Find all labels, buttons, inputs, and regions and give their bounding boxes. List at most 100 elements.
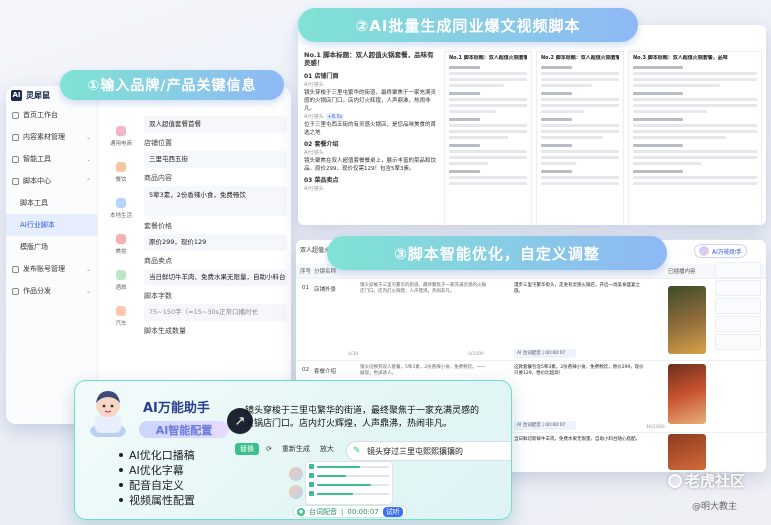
watermark: 老虎社区 — [668, 470, 745, 491]
price-input[interactable]: 原价299，现价129 — [144, 234, 287, 251]
feature-label: AI优化字幕 — [129, 464, 184, 477]
sidebar-item-distribution[interactable]: 作品分发 ⌄ — [6, 280, 97, 302]
dub-preview[interactable]: ● 台词配音 | 00:00:07 试听 — [293, 505, 407, 518]
script-title: No.1 脚本标题：双人超值火锅套餐，品味有灵感！ — [304, 51, 434, 67]
input-window: AI 灵犀鼠 首页工作台 内容素材管理 ⌄ 智能工具 ⌄ 脚本中心 ⌃ 脚本工具 AI… — [6, 86, 291, 424]
sidebar-item-label: 脚本中心 — [23, 177, 51, 185]
original-text[interactable]: 镜头穿梭于三里屯繁华的街道，最终聚焦于一家充满灵感的火锅店门口。店内灯火辉煌，人… — [360, 283, 490, 295]
feature-label: 配音自定义 — [129, 479, 184, 492]
check-icon — [309, 473, 314, 478]
tool-label: 通用电商 — [109, 141, 132, 147]
home-icon — [12, 111, 19, 119]
assistant-chip-label: AI万能助手 — [712, 248, 742, 256]
setting-row[interactable] — [306, 489, 392, 498]
sidebar-item-label: 首页工作台 — [23, 111, 58, 119]
words-input[interactable]: 75~150字（≈15~30s正常口播时长 — [144, 304, 287, 321]
restaurant-thumbnail[interactable] — [668, 286, 706, 354]
product-form: 双人超值套餐首餐 店铺位置 三里屯西五街 商品内容 5荤3素，2份香辣小食，免费… — [144, 116, 287, 339]
chevron-down-icon: ⌄ — [85, 265, 91, 273]
duration-tag: +8.5s — [325, 113, 345, 121]
sidebar-item-accounts[interactable]: 发布账号管理 ⌄ — [6, 258, 97, 280]
hotpot-thumbnail[interactable] — [668, 364, 706, 424]
meat-thumbnail[interactable] — [668, 434, 706, 470]
rewrite-input[interactable]: ✎ 镜头穿过三里屯熙熙攘攘的 ↗ — [346, 441, 511, 461]
feature-item: 配音自定义 — [119, 477, 184, 493]
feature-item: AI优化口播稿 — [119, 447, 195, 463]
tool-auto[interactable]: 汽车 — [102, 306, 140, 342]
shot-name: 店铺外景 — [314, 287, 337, 293]
script-card[interactable]: No.2 脚本标题：双人超值火锅套餐，品味 — [536, 51, 624, 225]
section-sub: AI分镜头 — [304, 150, 324, 156]
script-card-title: No.1 脚本标题：双人超值火锅套餐，品味 — [449, 55, 527, 61]
brand-input[interactable]: 双人超值套餐首餐 — [144, 116, 287, 133]
sidebar-item-home[interactable]: 首页工作台 — [6, 104, 97, 126]
sidebar-item-templates[interactable]: 模版广场 — [6, 236, 97, 258]
setting-row[interactable] — [306, 471, 392, 480]
dub-chip[interactable]: AI 台词配音 | 00:00:07 — [514, 349, 576, 358]
col-header: 分镜名称 — [314, 269, 337, 275]
tool-travel[interactable]: 酒旅 — [102, 270, 140, 306]
sidebar-item-script-tools[interactable]: 脚本工具 — [6, 192, 97, 214]
section-sub: AI分镜头 — [304, 82, 324, 88]
selling-input[interactable]: 当日鲜切牛羊肉、免费水果无限量，自助小料台 — [144, 269, 287, 286]
tiger-logo-icon — [668, 473, 682, 488]
tool-local-life[interactable]: 本地生活 — [102, 198, 140, 234]
optimized-text[interactable]: 这款套餐包含5荤3素，2份香辣小食，免费畅饮，原价299，现价只要129，性价比… — [514, 365, 644, 377]
sidebar-item-ai-industry-script[interactable]: AI行业脚本 — [6, 214, 97, 236]
sidebar-item-assets[interactable]: 内容素材管理 ⌄ — [6, 126, 97, 148]
original-text[interactable]: 镜头切换到双人套餐，5荤3素，2份香辣小食，免费畅饮。一一展现，色泽诱人。 — [360, 365, 490, 377]
sidebar-item-label: 作品分发 — [23, 287, 51, 295]
sidebar-item-script-center[interactable]: 脚本中心 ⌃ — [6, 170, 97, 192]
dub-time: 00:00:07 — [347, 507, 379, 516]
sidebar-item-tools[interactable]: 智能工具 ⌄ — [6, 148, 97, 170]
tool-beauty[interactable]: 美妆 — [102, 234, 140, 270]
optimized-text[interactable]: 当日鲜切新鲜牛羊肉，免费水果无限量，自助小料台随心搭配。 — [514, 437, 644, 443]
inserted-item[interactable] — [715, 316, 761, 332]
tool-catering[interactable]: 餐饮 — [102, 162, 140, 198]
script-card-title: No.2 脚本标题：双人超值火锅套餐，品味 — [541, 55, 619, 61]
store-input[interactable]: 三里屯西五街 — [144, 151, 287, 168]
assistant-chip[interactable]: AI万能助手 — [694, 244, 747, 258]
optimized-text[interactable]: 漫步三里屯繁华街头，走进有灵感火锅店，开启一场美食盛宴之旅。 — [514, 283, 644, 295]
char-count: 46/1000 — [646, 425, 665, 430]
script-detail: No.1 脚本标题：双人超值火锅套餐，品味有灵感！ 01 店铺门面 AI分镜头 … — [304, 51, 440, 221]
regenerate-button[interactable]: 重新生成 — [279, 443, 313, 455]
pen-icon: ✎ — [353, 446, 361, 456]
listen-button[interactable]: 试听 — [382, 506, 403, 517]
voice-avatar-icon[interactable] — [289, 467, 303, 481]
replace-button[interactable]: 替换 — [235, 443, 259, 455]
sidebar-item-label: 智能工具 — [23, 155, 51, 163]
col-header: 序号 — [300, 269, 312, 275]
dub-chip[interactable]: AI 台词配音 | 00:00:07 — [514, 421, 576, 430]
voice-avatar-icon[interactable] — [289, 485, 303, 499]
tool-ecommerce[interactable]: 通用电商 — [102, 126, 140, 162]
sidebar-item-label: 脚本工具 — [20, 199, 48, 207]
local-life-icon — [116, 198, 126, 208]
inserted-item[interactable] — [715, 280, 761, 296]
chevron-up-icon: ⌃ — [85, 177, 91, 185]
script-card[interactable]: No.3 脚本标题：双人超值火锅套餐，品味 — [628, 51, 762, 225]
script-card[interactable]: No.1 脚本标题：双人超值火锅套餐，品味 — [444, 51, 532, 225]
content-input[interactable]: 5荤3素，2份香辣小食，免费畅饮 — [144, 186, 287, 216]
script-icon — [12, 177, 19, 185]
row-number: 02 — [302, 367, 309, 373]
tool-label: 美妆 — [115, 249, 127, 255]
watermark-text: 老虎社区 — [685, 472, 746, 490]
setting-row[interactable] — [306, 462, 392, 471]
bullet-icon — [119, 498, 123, 502]
inserted-item[interactable] — [715, 298, 761, 314]
inserted-item[interactable] — [715, 334, 761, 350]
store-label: 店铺位置 — [144, 139, 172, 147]
inserted-list — [712, 260, 764, 470]
assistant-avatar-icon — [699, 246, 709, 256]
setting-row[interactable] — [306, 480, 392, 489]
count-label: 脚本生成数量 — [144, 327, 186, 335]
row-number: 01 — [302, 285, 309, 291]
content-label: 商品内容 — [144, 174, 172, 182]
inserted-item[interactable] — [715, 262, 761, 278]
section-sub: AI分镜头 — [304, 114, 324, 120]
sidebar-item-label: AI行业脚本 — [20, 221, 55, 229]
zoom-button[interactable]: 放大 — [317, 443, 337, 455]
price-label: 套餐价格 — [144, 222, 172, 230]
shot-name: 套餐介绍 — [314, 369, 337, 375]
